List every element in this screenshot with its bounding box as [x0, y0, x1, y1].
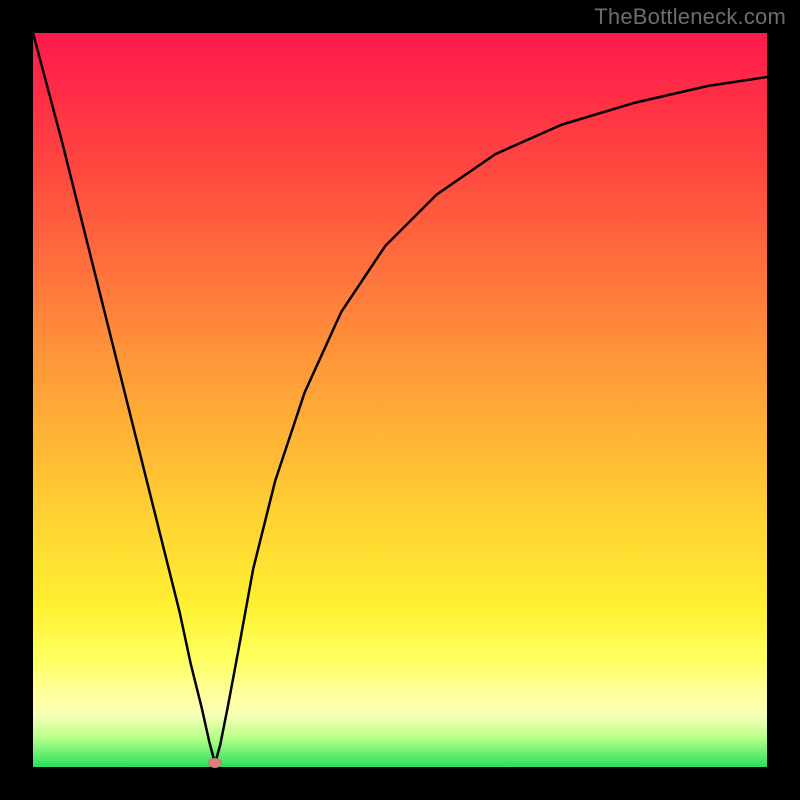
plot-area: [33, 33, 767, 767]
watermark-text: TheBottleneck.com: [594, 4, 786, 30]
bottleneck-curve: [33, 33, 767, 767]
optimum-marker: [208, 758, 222, 768]
chart-frame: TheBottleneck.com: [0, 0, 800, 800]
curve-path: [33, 33, 767, 763]
